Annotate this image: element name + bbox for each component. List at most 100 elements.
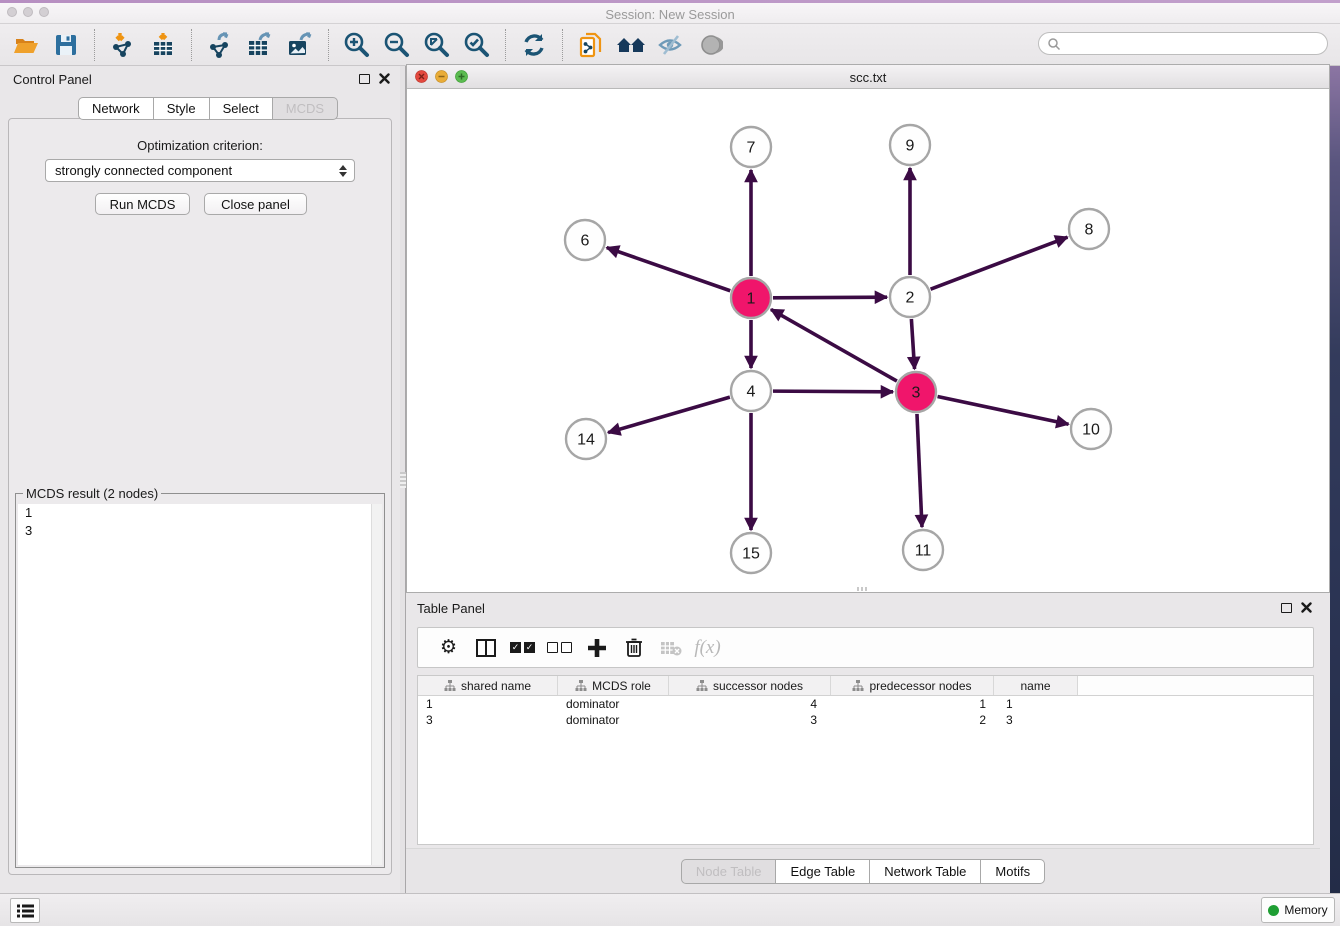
cell-mcds-role[interactable]: dominator	[558, 696, 669, 712]
tab-network-table[interactable]: Network Table	[869, 859, 981, 884]
close-panel-icon[interactable]	[379, 73, 390, 84]
zoom-in-button[interactable]	[337, 26, 377, 64]
create-column-button[interactable]	[578, 630, 615, 666]
graph-edge-1-2[interactable]	[773, 297, 887, 298]
cell-name[interactable]: 3	[994, 712, 1078, 728]
column-header-shared-name[interactable]: shared name	[418, 676, 558, 695]
tab-edge-table[interactable]: Edge Table	[775, 859, 870, 884]
cell-successor-nodes[interactable]: 4	[669, 696, 831, 712]
import-table-button[interactable]	[143, 26, 183, 64]
tab-node-table[interactable]: Node Table	[681, 859, 777, 884]
memory-button[interactable]: Memory	[1261, 897, 1335, 923]
graph-node-label: 3	[912, 385, 921, 402]
new-network-from-selection-button[interactable]	[571, 26, 611, 64]
desktop-wallpaper-strip	[1330, 64, 1340, 893]
table-row[interactable]: 1 dominator 4 1 1	[418, 696, 1313, 712]
tab-network[interactable]: Network	[78, 97, 154, 120]
result-item[interactable]: 3	[18, 522, 382, 540]
delete-table-button[interactable]	[652, 630, 689, 666]
graph-node-14[interactable]: 14	[566, 419, 606, 459]
toggle-graphics-details-button[interactable]	[651, 26, 691, 64]
zoom-out-button[interactable]	[377, 26, 417, 64]
application-window: Session: New Session	[0, 0, 1340, 926]
graph-edge-2-3[interactable]	[911, 319, 914, 369]
zoom-in-icon	[343, 31, 371, 59]
column-header-name[interactable]: name	[994, 676, 1078, 695]
zoom-fit-button[interactable]	[417, 26, 457, 64]
column-header-mcds-role[interactable]: MCDS role	[558, 676, 669, 695]
close-panel-button[interactable]: Close panel	[204, 193, 307, 215]
show-hide-button[interactable]	[691, 26, 731, 64]
result-scrollbar[interactable]	[371, 504, 382, 865]
graph-edge-1-6[interactable]	[607, 248, 731, 291]
export-image-button[interactable]	[280, 26, 320, 64]
graph-edge-3-10[interactable]	[938, 397, 1069, 425]
task-history-button[interactable]	[10, 898, 40, 923]
graph-node-4[interactable]: 4	[731, 371, 771, 411]
graph-edge-4-14[interactable]	[608, 397, 730, 432]
table-row[interactable]: 3 dominator 3 2 3	[418, 712, 1313, 728]
graph-node-9[interactable]: 9	[890, 125, 930, 165]
graph-node-15[interactable]: 15	[731, 533, 771, 573]
mcds-result-title: MCDS result (2 nodes)	[23, 486, 161, 501]
cell-name[interactable]: 1	[994, 696, 1078, 712]
search-input[interactable]	[1061, 35, 1327, 53]
import-network-button[interactable]	[103, 26, 143, 64]
cell-successor-nodes[interactable]: 3	[669, 712, 831, 728]
cell-shared-name[interactable]: 1	[418, 696, 558, 712]
graph-node-label: 11	[915, 543, 932, 560]
tab-style[interactable]: Style	[153, 97, 210, 120]
graph-node-11[interactable]: 11	[903, 530, 943, 570]
graph-node-8[interactable]: 8	[1069, 209, 1109, 249]
graph-node-label: 1	[747, 291, 756, 308]
network-canvas[interactable]: 7 9 6 8 1 2 4 3 14 10 15 11	[407, 89, 1329, 592]
result-item[interactable]: 1	[18, 504, 382, 522]
select-all-columns-button[interactable]: ✓ ✓	[504, 630, 541, 666]
table-panel: Table Panel ⚙ ✓ ✓	[406, 595, 1330, 893]
tab-mcds[interactable]: MCDS	[272, 97, 338, 120]
zoom-selected-button[interactable]	[457, 26, 497, 64]
open-folder-icon	[13, 32, 39, 58]
graph-node-7[interactable]: 7	[731, 127, 771, 167]
graph-node-1[interactable]: 1	[731, 278, 771, 318]
float-panel-icon[interactable]	[359, 74, 370, 84]
export-network-button[interactable]	[200, 26, 240, 64]
cell-mcds-role[interactable]: dominator	[558, 712, 669, 728]
graph-edge-3-11[interactable]	[917, 414, 922, 527]
graph-edge-2-8[interactable]	[931, 237, 1068, 289]
graph-edge-3-1[interactable]	[771, 309, 897, 381]
main-toolbar	[0, 24, 1340, 66]
graph-node-6[interactable]: 6	[565, 220, 605, 260]
function-builder-button[interactable]: f(x)	[689, 630, 726, 666]
table-settings-button[interactable]: ⚙	[430, 630, 467, 666]
network-resize-grip[interactable]	[857, 587, 869, 591]
criterion-select[interactable]: strongly connected component	[45, 159, 355, 182]
tab-motifs[interactable]: Motifs	[980, 859, 1045, 884]
export-table-button[interactable]	[240, 26, 280, 64]
delete-column-button[interactable]	[615, 630, 652, 666]
tab-select[interactable]: Select	[209, 97, 273, 120]
column-header-successor-nodes[interactable]: successor nodes	[669, 676, 831, 695]
status-bar: Memory	[0, 893, 1340, 926]
unselect-all-columns-button[interactable]	[541, 630, 578, 666]
graph-node-3[interactable]: 3	[896, 372, 936, 412]
table-panel-title: Table Panel	[417, 601, 485, 616]
cell-predecessor-nodes[interactable]: 2	[831, 712, 994, 728]
run-mcds-button[interactable]: Run MCDS	[95, 193, 190, 215]
search-field[interactable]	[1038, 32, 1328, 55]
float-table-panel-icon[interactable]	[1281, 603, 1292, 613]
graph-edge-4-3[interactable]	[773, 391, 893, 392]
graph-node-label: 2	[906, 290, 915, 307]
apply-layout-button[interactable]	[514, 26, 554, 64]
close-table-panel-icon[interactable]	[1301, 602, 1312, 613]
save-session-button[interactable]	[46, 26, 86, 64]
cell-predecessor-nodes[interactable]: 1	[831, 696, 994, 712]
show-columns-button[interactable]	[467, 630, 504, 666]
graph-node-2[interactable]: 2	[890, 277, 930, 317]
cell-shared-name[interactable]: 3	[418, 712, 558, 728]
open-session-button[interactable]	[6, 26, 46, 64]
graph-node-10[interactable]: 10	[1071, 409, 1111, 449]
column-header-predecessor-nodes[interactable]: predecessor nodes	[831, 676, 994, 695]
mcds-result-list[interactable]: 1 3	[18, 504, 382, 865]
home-view-button[interactable]	[611, 26, 651, 64]
